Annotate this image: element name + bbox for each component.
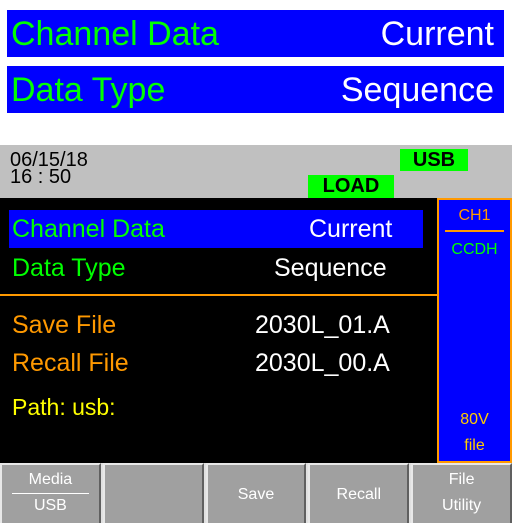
menu-channel-data-value[interactable]: Current	[309, 214, 392, 244]
channel-data-banner-value: Current	[380, 15, 494, 53]
channel-side-panel: CH1 CCDH 80V file	[437, 198, 512, 463]
channel-indicator: CH1	[458, 207, 491, 224]
recall-softkey[interactable]: Recall	[308, 463, 410, 523]
channel-divider	[445, 230, 504, 232]
data-type-banner-label: Data Type	[11, 71, 166, 109]
file-utility-softkey-bottom: Utility	[442, 497, 482, 514]
mode-indicator: CCDH	[451, 241, 498, 258]
menu-data-type-value[interactable]: Sequence	[274, 253, 387, 283]
voltage-range-indicator: 80V	[460, 411, 489, 428]
data-type-banner: Data Type Sequence	[7, 66, 504, 113]
status-bar: 06/15/18 16 : 50 USB LOAD	[0, 145, 512, 198]
menu-data-type-label[interactable]: Data Type	[12, 253, 126, 283]
status-time: 16 : 50	[10, 166, 72, 188]
file-utility-softkey-top: File	[448, 471, 475, 488]
channel-data-banner: Channel Data Current	[7, 10, 504, 57]
menu-save-file-label[interactable]: Save File	[12, 310, 116, 340]
blank-softkey[interactable]	[102, 463, 204, 523]
menu-channel-data-label[interactable]: Channel Data	[12, 214, 165, 244]
save-softkey[interactable]: Save	[205, 463, 307, 523]
recall-softkey-label: Recall	[336, 486, 382, 503]
menu-path: Path: usb:	[12, 394, 116, 420]
load-status-badge: LOAD	[308, 175, 394, 198]
menu-save-file-value[interactable]: 2030L_01.A	[255, 310, 390, 340]
save-softkey-label: Save	[237, 486, 275, 503]
softkey-bar: Media USB Save Recall File Utility	[0, 463, 512, 523]
menu-divider	[0, 294, 437, 296]
media-softkey-value: USB	[33, 497, 67, 514]
usb-status-badge: USB	[400, 149, 468, 171]
file-menu-panel: Channel Data Current Data Type Sequence …	[0, 198, 437, 463]
data-type-banner-value: Sequence	[340, 71, 494, 109]
channel-data-banner-label: Channel Data	[11, 15, 219, 53]
menu-recall-file-label[interactable]: Recall File	[12, 348, 129, 378]
media-softkey[interactable]: Media USB	[0, 463, 101, 523]
media-softkey-label: Media	[28, 471, 73, 488]
file-utility-softkey[interactable]: File Utility	[411, 463, 512, 523]
instrument-screen: 06/15/18 16 : 50 USB LOAD Channel Data C…	[0, 145, 512, 523]
media-softkey-divider	[12, 493, 89, 494]
menu-recall-file-value[interactable]: 2030L_00.A	[255, 348, 390, 378]
file-indicator: file	[464, 437, 485, 454]
